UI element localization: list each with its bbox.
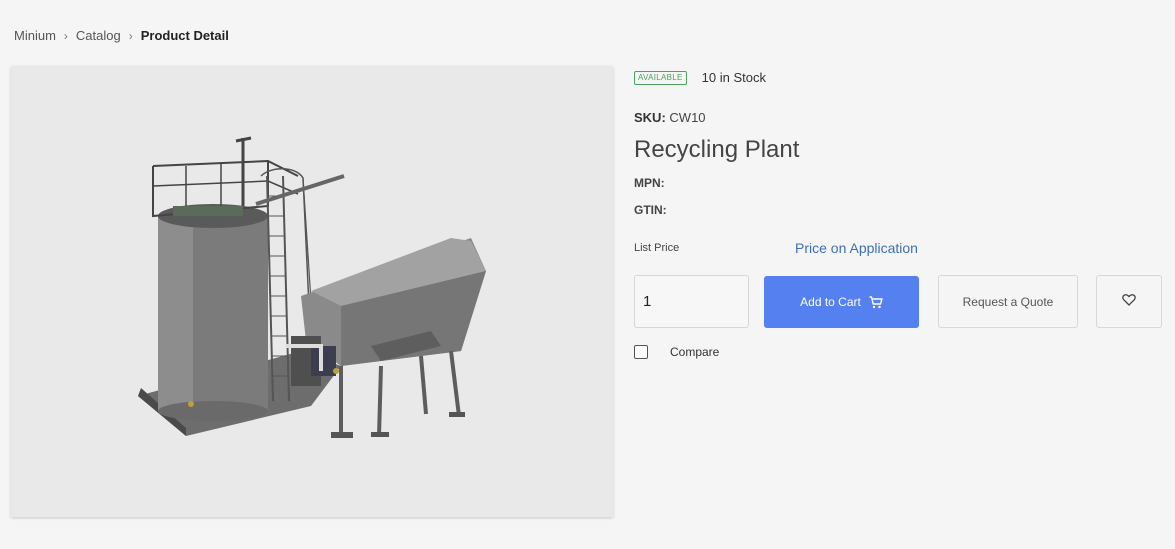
compare-checkbox[interactable] [634,345,648,359]
heart-icon [1122,294,1136,309]
stock-row: AVAILABLE 10 in Stock [634,70,766,85]
stock-count: 10 in Stock [701,70,766,85]
sku-label: SKU: [634,110,666,125]
product-title: Recycling Plant [634,136,800,163]
compare-label: Compare [670,345,720,359]
gtin-label: GTIN: [634,203,667,217]
product-image[interactable] [11,66,613,517]
request-quote-button[interactable]: Request a Quote [938,275,1078,328]
breadcrumb-current: Product Detail [140,28,229,43]
product-illustration [138,136,486,438]
cart-icon [869,295,883,309]
wishlist-button[interactable] [1096,275,1162,328]
add-to-cart-button[interactable]: Add to Cart [764,276,919,328]
list-price-label: List Price [634,242,680,254]
add-to-cart-label: Add to Cart [800,295,861,309]
sku: SKU: CW10 [634,110,706,125]
chevron-right-icon: › [128,28,133,43]
availability-badge: AVAILABLE [634,70,687,85]
breadcrumb-item-catalog[interactable]: Catalog [76,28,121,43]
breadcrumb: Minium › Catalog › Product Detail [14,28,229,43]
compare-option[interactable]: Compare [634,345,719,359]
price-on-application: Price on Application [795,240,918,256]
chevron-right-icon: › [63,28,68,43]
breadcrumb-item-minium[interactable]: Minium [14,28,56,43]
mpn-label: MPN: [634,176,665,190]
quantity-input[interactable] [634,275,749,328]
sku-value: CW10 [669,110,706,125]
